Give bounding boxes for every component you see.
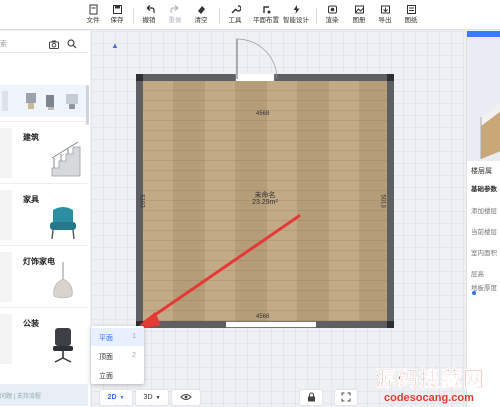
undo-button[interactable]: 撤销 <box>136 3 162 29</box>
shortcut-key: 1 <box>132 333 136 340</box>
lock-icon <box>307 392 316 404</box>
toolbar-divider <box>316 8 317 24</box>
chevron-down-icon: ▼ <box>155 394 161 401</box>
floorplan-canvas[interactable]: ▲ 4568 4568 5103 5013 未命名 23.29m² <box>91 31 465 407</box>
property-row[interactable]: 当前楼层 <box>471 226 497 236</box>
catalog-scrollbar[interactable] <box>86 85 89 125</box>
mode-2d-button[interactable]: 2D ▼ <box>100 390 132 405</box>
render-button[interactable]: 渲染 <box>319 3 345 29</box>
staircase-icon <box>51 141 81 177</box>
3d-preview[interactable] <box>467 31 500 161</box>
view-option-label: 顶面 <box>99 354 113 361</box>
export-button[interactable]: 导出 <box>372 3 398 29</box>
armchair-icon <box>50 207 76 240</box>
mode-3d-button[interactable]: 3D ▼ <box>136 390 168 405</box>
category-lighting-appliances[interactable]: 灯饰家电 <box>0 245 88 307</box>
fit-view-button[interactable] <box>335 390 357 405</box>
watermark: 源码搜藏网 codesocang.com <box>370 363 500 407</box>
preview-header <box>467 31 500 37</box>
fit-screen-icon <box>341 392 351 404</box>
slider-handle[interactable] <box>472 291 476 295</box>
toolbar-divider <box>219 8 220 24</box>
save-icon <box>112 3 123 16</box>
camera-lens-icon <box>327 3 338 16</box>
category-architecture[interactable]: 建筑 <box>0 121 88 183</box>
category-thumbnail <box>0 252 12 302</box>
category-commercial[interactable]: 公装 <box>0 307 88 369</box>
smart-design-button[interactable]: 智能设计 <box>283 3 309 29</box>
category-furniture[interactable]: 家具 <box>0 183 88 245</box>
view-option-elevation[interactable]: 立面 <box>91 366 144 384</box>
category-thumbnail <box>0 190 12 240</box>
redo-button[interactable]: 重做 <box>162 3 188 29</box>
eye-icon <box>180 393 192 403</box>
category-thumbnail <box>0 314 12 364</box>
panel-title: 楼层属 <box>471 168 492 175</box>
search-bar[interactable]: 索 <box>0 35 88 53</box>
layout-button[interactable]: 平面布置 <box>253 3 279 29</box>
camera-icon[interactable] <box>48 38 60 50</box>
eraser-icon <box>196 3 207 16</box>
file-button[interactable]: 文件 <box>80 3 106 29</box>
view-mode-menu: 平面 1 顶面 2 立面 <box>91 326 144 384</box>
view-option-label: 平面 <box>99 335 113 342</box>
layout-icon <box>261 3 272 16</box>
section-heading: 基础参数 <box>471 186 497 193</box>
view-option-ceiling[interactable]: 顶面 2 <box>91 347 144 365</box>
annotation-arrow <box>134 214 301 330</box>
category-label: 家具 <box>23 195 39 204</box>
redo-icon <box>169 3 181 16</box>
view-option-plan[interactable]: 平面 1 <box>91 328 144 346</box>
image-icon <box>354 3 365 16</box>
property-row[interactable]: 层高 <box>471 268 484 278</box>
top-toolbar: 文件 保存 撤销 重做 清空 工具 平面布置 智能设计 渲染 图册 导出 图纸 <box>0 0 500 30</box>
category-label: 公装 <box>23 319 39 328</box>
watermark-title: 源码搜藏网 <box>375 368 485 392</box>
category-label: 建筑 <box>23 133 39 142</box>
undo-icon <box>144 3 155 16</box>
tools-button[interactable]: 工具 <box>222 3 248 29</box>
drawing-icon <box>406 3 417 16</box>
search-input[interactable]: 索 <box>0 39 7 49</box>
office-chair-icon <box>53 328 73 363</box>
drawing-button[interactable]: 图纸 <box>398 3 424 29</box>
toolbar-divider <box>133 8 134 24</box>
chevron-down-icon: ▼ <box>119 394 125 401</box>
catalog-panel: 索 建筑 家具 灯饰家电 公装 问题 | 支持流程 <box>0 31 90 407</box>
visibility-button[interactable] <box>172 390 200 405</box>
file-icon <box>88 3 99 16</box>
help-links[interactable]: 问题 | 支持流程 <box>0 384 88 406</box>
property-row[interactable]: 添加楼层 <box>471 205 497 215</box>
wrench-icon <box>230 3 241 16</box>
clear-button[interactable]: 清空 <box>188 3 214 29</box>
export-icon <box>380 3 391 16</box>
featured-thumbnails <box>2 91 78 111</box>
gallery-button[interactable]: 图册 <box>346 3 372 29</box>
pendant-lamp-icon <box>53 262 73 299</box>
watermark-url: codesocang.com <box>384 392 474 404</box>
shortcut-key: 2 <box>132 352 136 359</box>
lightning-icon <box>291 3 302 16</box>
featured-strip[interactable] <box>0 85 88 117</box>
view-option-label: 立面 <box>99 373 113 380</box>
property-row[interactable]: 室内面积 <box>471 247 497 257</box>
3d-room-thumbnail <box>480 103 500 159</box>
properties-panel: 楼层属 基础参数 添加楼层 当前楼层 室内面积 层高 地板厚度 <box>466 31 500 407</box>
lock-button[interactable] <box>300 390 322 405</box>
category-thumbnail <box>0 128 12 178</box>
search-icon[interactable] <box>66 38 78 50</box>
save-button[interactable]: 保存 <box>104 3 130 29</box>
